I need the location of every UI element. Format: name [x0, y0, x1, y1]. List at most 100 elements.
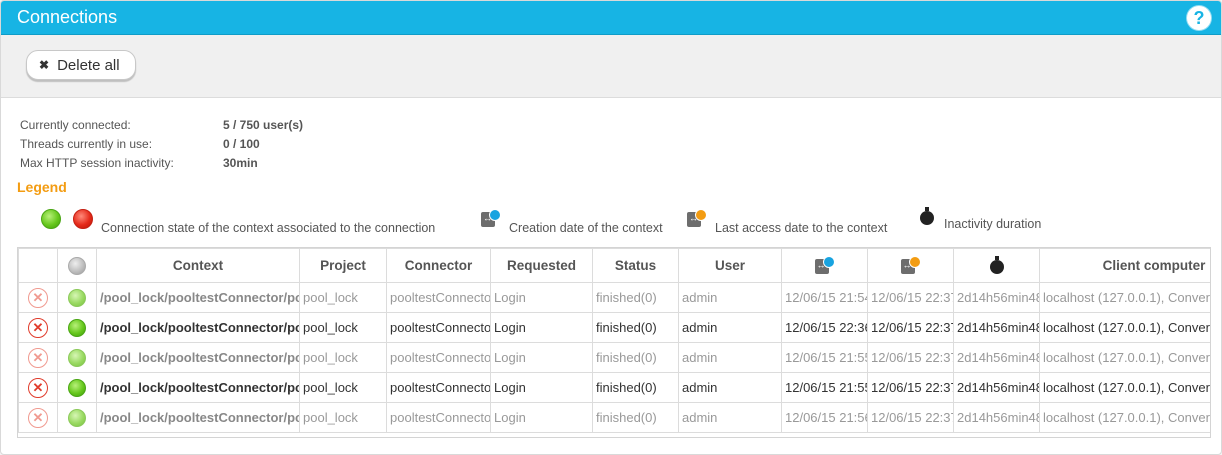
info-label: Max HTTP session inactivity: — [20, 156, 174, 170]
info-label: Threads currently in use: — [20, 137, 153, 151]
connector-cell: pooltestConnector — [386, 282, 491, 313]
col-requested[interactable]: Requested — [490, 248, 593, 283]
user-cell: admin — [678, 282, 782, 313]
status-cell: finished(0) — [592, 402, 679, 433]
connector-cell: pooltestConnector — [386, 372, 491, 403]
inactivity-bomb-icon — [920, 207, 934, 225]
inactivity-cell: 2d14h56min48s — [953, 402, 1040, 433]
status-cell: finished(0) — [592, 342, 679, 373]
inactivity-cell: 2d14h56min48s — [953, 372, 1040, 403]
context-cell[interactable]: /pool_lock/pooltestConnector/pool_lock — [96, 372, 300, 403]
inactivity-cell: 2d14h56min48s — [953, 282, 1040, 313]
delete-cell: ✕ — [18, 402, 58, 433]
col-project[interactable]: Project — [299, 248, 387, 283]
project-cell: pool_lock — [299, 402, 387, 433]
state-indicator-icon — [68, 408, 86, 427]
close-x-icon: ✖ — [39, 58, 50, 72]
last-access-cell: 12/06/15 22:37:05 — [867, 402, 954, 433]
col-connector[interactable]: Connector — [386, 248, 491, 283]
legend-inactivity-label: Inactivity duration — [944, 217, 1042, 231]
context-cell[interactable]: /pool_lock/pooltestConnector/pool_lock — [96, 282, 300, 313]
status-cell: finished(0) — [592, 372, 679, 403]
requested-cell: Login — [490, 402, 593, 433]
info-value: 30min — [223, 156, 258, 170]
last-access-icon — [900, 255, 921, 276]
col-user[interactable]: User — [678, 248, 782, 283]
requested-cell: Login — [490, 282, 593, 313]
context-cell[interactable]: /pool_lock/pooltestConnector/pool_lock — [96, 402, 300, 433]
client-cell: localhost (127.0.0.1), Converter — [1039, 282, 1210, 313]
user-cell: admin — [678, 312, 782, 343]
delete-connection-icon[interactable]: ✕ — [28, 317, 48, 338]
requested-cell: Login — [490, 342, 593, 373]
red-state-icon — [73, 209, 93, 229]
created-cell: 12/06/15 22:36:10 — [781, 312, 868, 343]
info-value: 0 / 100 — [223, 137, 260, 151]
connector-cell: pooltestConnector — [386, 342, 491, 373]
table-header-row: Context Project Connector Requested Stat… — [18, 248, 1210, 283]
delete-connection-icon[interactable]: ✕ — [28, 287, 48, 308]
table-row: ✕ /pool_lock/pooltestConnector/pool_lock… — [18, 312, 1210, 343]
user-cell: admin — [678, 342, 782, 373]
inactivity-cell: 2d14h56min48s — [953, 342, 1040, 373]
title-bar: Connections ? — [1, 1, 1221, 35]
requested-cell: Login — [490, 372, 593, 403]
delete-connection-icon[interactable]: ✕ — [28, 407, 48, 428]
client-cell: localhost (127.0.0.1), Converter — [1039, 342, 1210, 373]
connection-info: Currently connected: 5 / 750 user(s) Thr… — [20, 118, 303, 175]
status-cell: finished(0) — [592, 282, 679, 313]
user-cell: admin — [678, 372, 782, 403]
legend-last-access-label: Last access date to the context — [715, 221, 888, 235]
project-cell: pool_lock — [299, 372, 387, 403]
inactivity-cell: 2d14h56min48s — [953, 312, 1040, 343]
green-state-icon — [41, 209, 61, 229]
col-state[interactable] — [57, 248, 97, 283]
col-last-access[interactable] — [867, 248, 954, 283]
created-cell: 12/06/15 21:55:02 — [781, 342, 868, 373]
delete-all-button[interactable]: ✖ Delete all — [26, 50, 136, 80]
inactivity-bomb-icon — [989, 255, 1004, 274]
legend-creation: Creation date of the context — [481, 209, 663, 235]
legend-title: Legend — [17, 179, 67, 195]
delete-connection-icon[interactable]: ✕ — [28, 347, 48, 368]
col-delete — [18, 248, 58, 283]
state-cell — [57, 282, 97, 313]
last-access-icon — [687, 209, 707, 229]
last-access-cell: 12/06/15 22:37:05 — [867, 312, 954, 343]
col-context[interactable]: Context — [96, 248, 300, 283]
context-cell[interactable]: /pool_lock/pooltestConnector/pool_lock — [96, 312, 300, 343]
table-row: ✕ /pool_lock/pooltestConnector/pool_lock… — [18, 342, 1210, 373]
context-cell[interactable]: /pool_lock/pooltestConnector/pool_lock — [96, 342, 300, 373]
state-indicator-icon — [68, 318, 86, 337]
client-cell: localhost (127.0.0.1), Converter — [1039, 372, 1210, 403]
last-access-cell: 12/06/15 22:37:05 — [867, 342, 954, 373]
creation-date-icon — [814, 255, 835, 276]
project-cell: pool_lock — [299, 282, 387, 313]
col-client-computer[interactable]: Client computer — [1039, 248, 1210, 283]
table-row: ✕ /pool_lock/pooltestConnector/pool_lock… — [18, 282, 1210, 313]
help-icon[interactable]: ? — [1187, 6, 1211, 30]
delete-cell: ✕ — [18, 282, 58, 313]
col-inactivity[interactable] — [953, 248, 1040, 283]
delete-connection-icon[interactable]: ✕ — [28, 377, 48, 398]
legend-inactivity: Inactivity duration — [920, 207, 1041, 231]
status-cell: finished(0) — [592, 312, 679, 343]
delete-cell: ✕ — [18, 342, 58, 373]
legend-last-access: Last access date to the context — [687, 209, 887, 235]
state-cell — [57, 372, 97, 403]
info-row: Threads currently in use: 0 / 100 — [20, 137, 303, 156]
page-title: Connections — [17, 7, 118, 27]
requested-cell: Login — [490, 312, 593, 343]
client-cell: localhost (127.0.0.1), Converter — [1039, 312, 1210, 343]
legend-creation-label: Creation date of the context — [509, 221, 663, 235]
creation-date-icon — [481, 209, 501, 229]
delete-cell: ✕ — [18, 312, 58, 343]
connections-table: Context Project Connector Requested Stat… — [17, 247, 1211, 438]
state-cell — [57, 402, 97, 433]
state-indicator-icon — [68, 288, 86, 307]
col-status[interactable]: Status — [592, 248, 679, 283]
col-creation-date[interactable] — [781, 248, 868, 283]
project-cell: pool_lock — [299, 312, 387, 343]
table-row: ✕ /pool_lock/pooltestConnector/pool_lock… — [18, 402, 1210, 433]
info-value: 5 / 750 user(s) — [223, 118, 304, 132]
